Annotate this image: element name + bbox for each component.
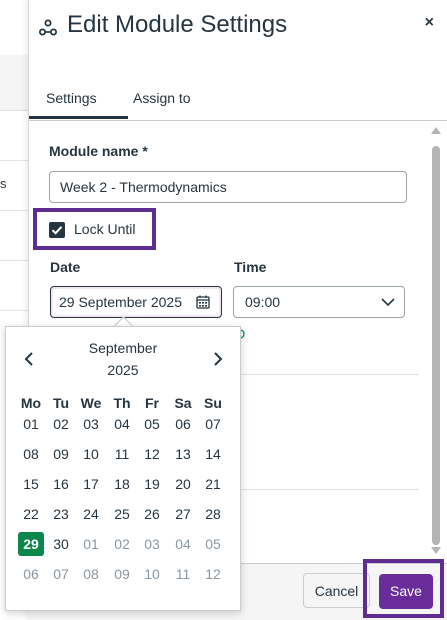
active-tab-indicator [29, 116, 128, 119]
calendar-day[interactable]: 03 [139, 532, 165, 556]
calendar-day[interactable]: 14 [200, 442, 226, 466]
calendar-day[interactable]: 26 [139, 502, 165, 526]
weekday-header: Th [113, 395, 131, 411]
calendar-day[interactable]: 07 [200, 412, 226, 436]
calendar-year: 2025 [107, 362, 139, 378]
calendar-day[interactable]: 02 [109, 532, 135, 556]
weekday-header: We [80, 395, 102, 411]
calendar-day[interactable]: 19 [139, 472, 165, 496]
calendar-day[interactable]: 04 [109, 412, 135, 436]
calendar-day[interactable]: 15 [18, 472, 44, 496]
calendar-day[interactable]: 03 [78, 412, 104, 436]
calendar-day[interactable]: 16 [48, 472, 74, 496]
close-icon[interactable]: × [425, 14, 434, 32]
module-name-input[interactable]: Week 2 - Thermodynamics [49, 171, 407, 203]
calendar-month: September [88, 340, 158, 356]
weekday-header: Fr [145, 395, 159, 411]
background-divider [0, 260, 28, 261]
chevron-down-icon [381, 298, 395, 307]
time-label: Time [234, 259, 267, 275]
scroll-up-arrow[interactable] [431, 127, 441, 134]
chevron-right-icon[interactable] [212, 351, 224, 367]
calendar-day[interactable]: 11 [109, 442, 135, 466]
tray-header: Edit Module Settings × [29, 0, 447, 58]
calendar-day[interactable]: 06 [170, 412, 196, 436]
background-divider [0, 160, 28, 161]
scrollbar-thumb[interactable] [432, 146, 440, 545]
date-label: Date [50, 259, 81, 275]
calendar-day[interactable]: 22 [18, 502, 44, 526]
calendar-day[interactable]: 02 [48, 412, 74, 436]
calendar-day[interactable]: 28 [200, 502, 226, 526]
calendar-day[interactable]: 17 [78, 472, 104, 496]
weekday-header: Sa [174, 395, 192, 411]
calendar-day[interactable]: 12 [200, 562, 226, 586]
scroll-down-arrow[interactable] [431, 547, 441, 554]
lock-until-checkbox[interactable] [49, 222, 65, 238]
weekday-header: Tu [52, 395, 70, 411]
weekday-header: Mo [20, 395, 42, 411]
calendar-day[interactable]: 30 [48, 532, 74, 556]
calendar-day[interactable]: 24 [78, 502, 104, 526]
checkmark-icon [51, 226, 63, 235]
calendar-day[interactable]: 04 [170, 532, 196, 556]
module-icon [39, 19, 57, 36]
calendar-day[interactable]: 10 [78, 442, 104, 466]
calendar-day[interactable]: 05 [200, 532, 226, 556]
calendar-day[interactable]: 10 [139, 562, 165, 586]
calendar-day[interactable]: 09 [48, 442, 74, 466]
calendar-day[interactable]: 06 [18, 562, 44, 586]
calendar-day[interactable]: 01 [18, 412, 44, 436]
section-divider [235, 489, 419, 490]
chevron-left-icon[interactable] [23, 351, 35, 367]
calendar-day[interactable]: 01 [78, 532, 104, 556]
calendar-day[interactable]: 08 [18, 442, 44, 466]
calendar-day[interactable]: 12 [139, 442, 165, 466]
calendar-day[interactable]: 09 [109, 562, 135, 586]
background-divider [0, 210, 28, 211]
calendar-day[interactable]: 25 [109, 502, 135, 526]
calendar-day[interactable]: 07 [48, 562, 74, 586]
calendar-day[interactable]: 20 [170, 472, 196, 496]
calendar-day[interactable]: 13 [170, 442, 196, 466]
background-text-fragment: s [0, 176, 7, 191]
calendar-day[interactable]: 05 [139, 412, 165, 436]
section-divider [235, 374, 419, 375]
lock-until-label[interactable]: Lock Until [74, 221, 135, 237]
calendar-day[interactable]: 18 [109, 472, 135, 496]
weekday-header: Su [204, 395, 222, 411]
calendar-day[interactable]: 11 [170, 562, 196, 586]
calendar-day[interactable]: 23 [48, 502, 74, 526]
cancel-button[interactable]: Cancel [303, 573, 370, 608]
date-input-value: 29 September 2025 [59, 294, 182, 310]
tab-settings[interactable]: Settings [46, 90, 97, 106]
tray-title: Edit Module Settings [67, 11, 288, 38]
calendar-day-selected[interactable]: 29 [18, 532, 44, 556]
tab-assign-to[interactable]: Assign to [133, 90, 191, 106]
calendar-day[interactable]: 27 [170, 502, 196, 526]
background-header-band [0, 55, 28, 111]
calendar-day[interactable]: 08 [78, 562, 104, 586]
save-button[interactable]: Save [379, 574, 433, 609]
time-select-value: 09:00 [245, 294, 281, 310]
calendar-day[interactable]: 21 [200, 472, 226, 496]
background-divider [0, 310, 28, 311]
calendar-icon[interactable] [196, 295, 210, 309]
tab-bar: Settings Assign to [29, 80, 447, 121]
module-name-label: Module name * [49, 143, 148, 159]
